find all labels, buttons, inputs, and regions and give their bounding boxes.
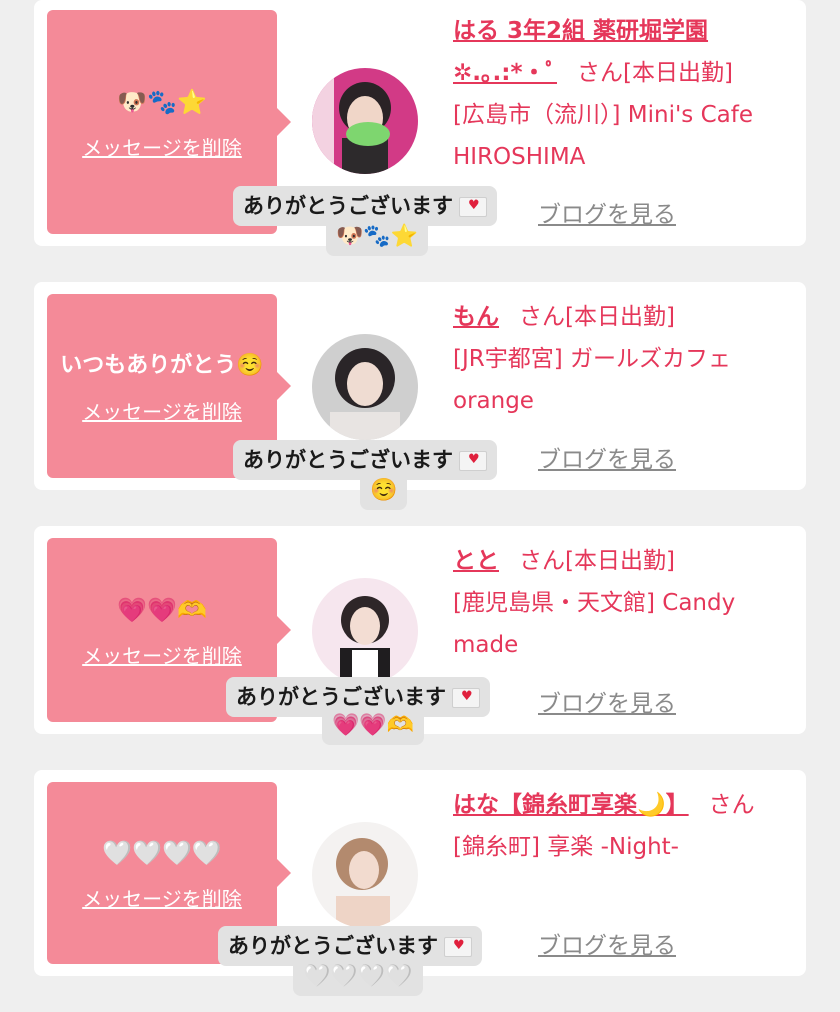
cast-name-link[interactable]: はな【錦糸町享楽🌙】	[453, 792, 689, 818]
blog-link[interactable]: ブログを見る	[538, 926, 676, 960]
thanks-text: ありがとうございます	[236, 685, 446, 709]
message-text: 💗💗🫶	[117, 595, 207, 624]
cast-info: はる 3年2組 薬研堀学園 ✲.｡.:*・ﾟ さん[本日出勤] [広島市（流川）]…	[453, 10, 793, 178]
envelope-heart-icon	[452, 688, 480, 708]
envelope-heart-icon	[459, 197, 487, 217]
thanks-text: ありがとうございます	[243, 194, 453, 218]
cast-info: はな【錦糸町享楽🌙】 さん [錦糸町] 享楽 -Night-	[453, 784, 793, 868]
avatar[interactable]	[312, 68, 418, 174]
thanks-emoji: 🐶🐾⭐	[326, 218, 429, 256]
thanks-emoji: 💗💗🫶	[322, 707, 425, 745]
cast-status: さん[本日出勤]	[576, 60, 733, 86]
store-name: [錦糸町] 享楽 -Night-	[453, 834, 679, 860]
thanks-text: ありがとうございます	[228, 934, 438, 958]
store-name: [JR宇都宮] ガールズカフェorange	[453, 346, 732, 414]
blog-link[interactable]: ブログを見る	[538, 440, 676, 474]
delete-message-link[interactable]: メッセージを削除	[82, 396, 242, 425]
blog-link[interactable]: ブログを見る	[538, 684, 676, 718]
cast-status: さん[本日出勤]	[519, 304, 675, 330]
cast-info: もん さん[本日出勤] [JR宇都宮] ガールズカフェorange	[453, 296, 793, 422]
delete-message-link[interactable]: メッセージを削除	[82, 640, 242, 669]
store-name: [鹿児島県・天文館] Candy made	[453, 590, 736, 658]
avatar[interactable]	[312, 578, 418, 684]
store-name: [広島市（流川）] Mini's Cafe HIROSHIMA	[453, 102, 753, 170]
envelope-heart-icon	[444, 937, 472, 957]
thanks-emoji: ☺️	[360, 472, 408, 510]
delete-message-link[interactable]: メッセージを削除	[82, 132, 242, 161]
cast-name-link[interactable]: もん	[453, 304, 499, 330]
cast-status: さん[本日出勤]	[519, 548, 675, 574]
cast-status: さん	[708, 792, 755, 818]
cast-name-link[interactable]: とと	[453, 548, 499, 574]
delete-message-link[interactable]: メッセージを削除	[82, 883, 242, 912]
cast-info: とと さん[本日出勤] [鹿児島県・天文館] Candy made	[453, 540, 793, 666]
avatar[interactable]	[312, 334, 418, 440]
thanks-emoji: 🤍🤍🤍🤍	[293, 958, 423, 996]
message-text: 🐶🐾⭐	[117, 87, 207, 116]
message-text: いつもありがとう☺️	[60, 352, 264, 378]
avatar[interactable]	[312, 822, 418, 928]
blog-link[interactable]: ブログを見る	[538, 195, 676, 229]
message-text: 🤍🤍🤍🤍	[102, 838, 222, 867]
thanks-text: ありがとうございます	[243, 448, 453, 472]
envelope-heart-icon	[459, 451, 487, 471]
